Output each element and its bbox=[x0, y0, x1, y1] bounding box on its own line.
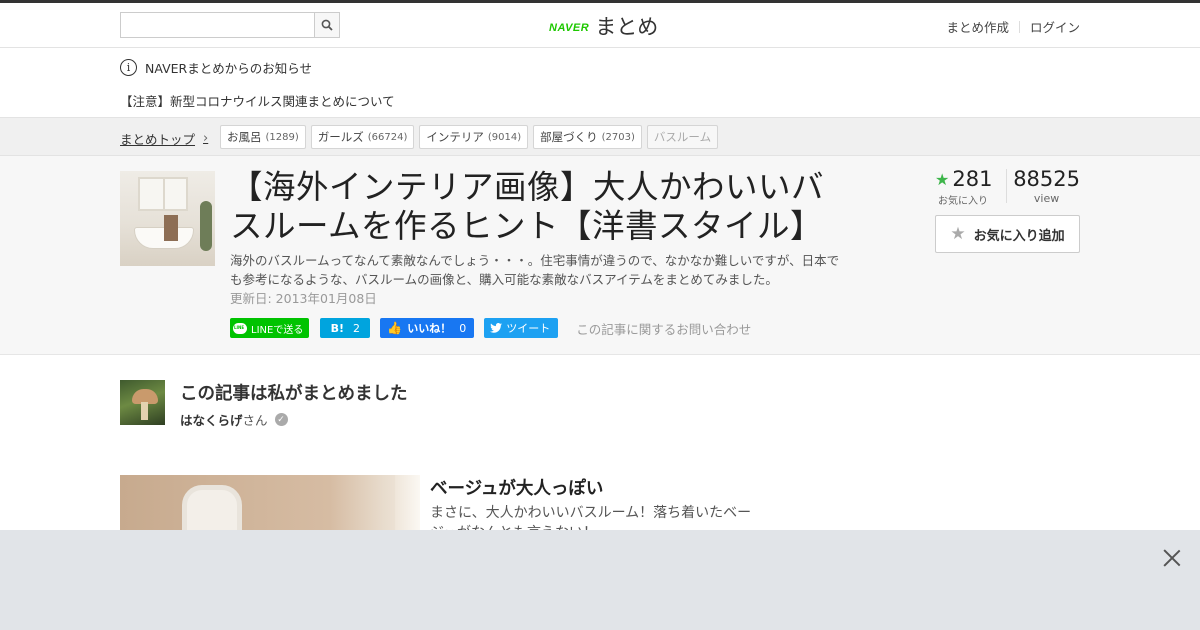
star-outline-icon: ★ bbox=[950, 224, 966, 244]
item-title: ベージュが大人っぽい bbox=[430, 479, 604, 499]
tag-count: (66724) bbox=[367, 131, 408, 143]
tag-girls[interactable]: ガールズ (66724) bbox=[310, 125, 415, 149]
thumbnail-towel bbox=[164, 215, 178, 241]
logo-naver: NAVER bbox=[549, 21, 590, 34]
article-stats: ★ 281 お気に入り 88525 view bbox=[935, 167, 1080, 207]
hatena-count: 2 bbox=[353, 321, 361, 335]
tag-label: インテリア bbox=[426, 130, 484, 144]
tweet-button[interactable]: ツイート bbox=[484, 318, 559, 338]
tag-label: お風呂 bbox=[227, 130, 262, 144]
verified-check-icon: ✓ bbox=[274, 413, 288, 426]
facebook-like-button[interactable]: 👍 いいね！ 0 bbox=[380, 318, 475, 338]
tag-count: (9014) bbox=[487, 131, 522, 143]
chevron-right-icon: › bbox=[203, 131, 209, 146]
author-honorific: さん bbox=[242, 413, 268, 428]
tweet-label: ツイート bbox=[506, 322, 551, 335]
avatar-mushroom-stem bbox=[141, 402, 148, 420]
hatena-icon: B! bbox=[330, 321, 345, 335]
hatena-bookmark-button[interactable]: B! 2 bbox=[320, 318, 371, 338]
breadcrumb-tags: お風呂 (1289) ガールズ (66724) インテリア (9014) 部屋づ… bbox=[220, 125, 723, 149]
favorites-label: お気に入り bbox=[938, 196, 988, 207]
breadcrumb-top-label: まとめトップ bbox=[120, 132, 196, 147]
author-heading: この記事は私がまとめました bbox=[180, 384, 408, 404]
tag-label: ガールズ bbox=[317, 130, 364, 144]
facebook-like-count: 0 bbox=[459, 321, 467, 335]
bottom-ad-overlay bbox=[0, 530, 1200, 630]
search-button[interactable] bbox=[314, 12, 340, 38]
article-contact-link[interactable]: この記事に関するお問い合わせ bbox=[576, 319, 751, 338]
views-label: view bbox=[1033, 192, 1060, 205]
tag-current-bathroom: バスルーム bbox=[646, 125, 719, 149]
notice-heading[interactable]: i NAVERまとめからのお知らせ bbox=[120, 58, 312, 77]
header-divider bbox=[1018, 20, 1020, 33]
line-share-button[interactable]: LINEで送る bbox=[230, 318, 310, 338]
article-updated-date: 更新日: 2013年01月08日 bbox=[230, 291, 377, 306]
article-description: 海外のバスルームってなんて素敵なんでしょう・・・。住宅事情が違うので、なかなか難… bbox=[230, 253, 840, 287]
article-title: 【海外インテリア画像】大人かわいいバスルームを作るヒント【洋書スタイル】 bbox=[230, 168, 825, 245]
thumbnail-window bbox=[138, 177, 188, 211]
header-links: まとめ作成 ログイン bbox=[946, 17, 1080, 36]
stats-divider bbox=[1006, 169, 1007, 203]
search-input[interactable] bbox=[120, 12, 315, 38]
facebook-like-label: いいね！ bbox=[407, 322, 452, 335]
twitter-bird-icon bbox=[490, 323, 503, 333]
author-avatar[interactable] bbox=[120, 380, 165, 425]
line-icon bbox=[233, 322, 247, 334]
notice-title: NAVERまとめからのお知らせ bbox=[145, 61, 312, 76]
views-stat: 88525 view bbox=[1013, 167, 1080, 205]
tag-room-making[interactable]: 部屋づくり (2703) bbox=[533, 125, 642, 149]
article-header: 【海外インテリア画像】大人かわいいバスルームを作るヒント【洋書スタイル】 海外の… bbox=[0, 156, 1200, 355]
logo-matome: まとめ bbox=[595, 15, 659, 39]
notice-area: i NAVERまとめからのお知らせ 【注意】新型コロナウイルス関連まとめについて bbox=[0, 48, 1200, 118]
star-icon: ★ bbox=[935, 169, 950, 189]
author-name-row: はなくらげ さん ✓ bbox=[180, 410, 288, 429]
close-icon[interactable] bbox=[1161, 547, 1183, 569]
favorites-stat: ★ 281 お気に入り bbox=[935, 167, 992, 207]
add-favorite-button[interactable]: ★ お気に入り追加 bbox=[935, 215, 1080, 253]
login-link[interactable]: ログイン bbox=[1030, 17, 1080, 36]
tag-bath[interactable]: お風呂 (1289) bbox=[220, 125, 306, 149]
tag-interior[interactable]: インテリア (9014) bbox=[419, 125, 529, 149]
author-section: この記事は私がまとめました はなくらげ さん ✓ bbox=[120, 380, 620, 429]
author-name-link[interactable]: はなくらげ bbox=[180, 410, 243, 429]
breadcrumb: まとめトップ › お風呂 (1289) ガールズ (66724) インテリア (… bbox=[0, 118, 1200, 156]
site-header: NAVER まとめ まとめ作成 ログイン bbox=[0, 3, 1200, 48]
tag-count: (1289) bbox=[265, 131, 299, 143]
info-icon: i bbox=[120, 59, 137, 76]
breadcrumb-top-link[interactable]: まとめトップ › bbox=[120, 129, 208, 148]
create-matome-link[interactable]: まとめ作成 bbox=[946, 17, 1009, 36]
line-share-label: LINEで送る bbox=[251, 324, 304, 336]
search-icon bbox=[321, 19, 333, 31]
favorites-count: 281 bbox=[952, 167, 993, 191]
tag-label: 部屋づくり bbox=[540, 130, 598, 144]
add-favorite-label: お気に入り追加 bbox=[973, 228, 1065, 244]
thumbs-up-icon: 👍 bbox=[387, 321, 403, 335]
views-count: 88525 bbox=[1013, 167, 1080, 191]
tag-count: (2703) bbox=[601, 131, 635, 143]
article-thumbnail bbox=[120, 171, 215, 266]
site-logo[interactable]: NAVER まとめ bbox=[549, 11, 658, 41]
share-buttons: LINEで送る B! 2 👍 いいね！ 0 ツイート この記事に関するお問い合わ… bbox=[230, 318, 751, 338]
notice-item-link[interactable]: 【注意】新型コロナウイルス関連まとめについて bbox=[120, 91, 395, 110]
thumbnail-plant bbox=[200, 201, 212, 251]
